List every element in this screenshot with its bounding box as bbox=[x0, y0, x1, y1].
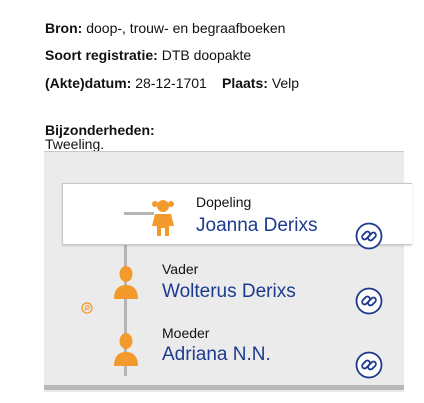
soort-registratie-row: Soort registratie: DTB doopakte bbox=[45, 47, 251, 63]
search-person-icon[interactable] bbox=[81, 302, 93, 314]
aktedatum-label: (Akte)datum: bbox=[45, 75, 132, 91]
child-icon bbox=[152, 200, 174, 236]
link-icon-vader[interactable] bbox=[355, 287, 383, 315]
soort-registratie-label: Soort registratie: bbox=[45, 47, 158, 63]
aktedatum-value: 28-12-1701 bbox=[135, 75, 207, 91]
bron-value: doop-, trouw- en begraafboeken bbox=[86, 20, 286, 36]
panel-bottom-border bbox=[44, 385, 404, 390]
soort-registratie-value: DTB doopakte bbox=[161, 47, 252, 63]
woman-icon bbox=[114, 333, 138, 366]
person-name-moeder[interactable]: Adriana N.N. bbox=[162, 344, 271, 366]
person-name-dopeling[interactable]: Joanna Derixs bbox=[196, 215, 317, 237]
man-icon bbox=[114, 266, 138, 299]
person-role-moeder: Moeder bbox=[162, 325, 210, 341]
link-icon-moeder[interactable] bbox=[355, 351, 383, 379]
person-role-dopeling: Dopeling bbox=[196, 194, 252, 210]
bijzonderheden-value: Tweeling. bbox=[45, 136, 105, 152]
plaats-row: Plaats: Velp bbox=[222, 75, 299, 91]
plaats-value: Velp bbox=[271, 75, 300, 91]
person-role-vader: Vader bbox=[162, 261, 199, 277]
plaats-label: Plaats: bbox=[222, 75, 268, 91]
aktedatum-row: (Akte)datum: 28-12-1701 bbox=[45, 75, 207, 91]
bron-label: Bron: bbox=[45, 20, 83, 36]
person-name-vader[interactable]: Wolterus Derixs bbox=[162, 281, 296, 303]
link-icon-dopeling[interactable] bbox=[355, 222, 383, 250]
bron-row: Bron: doop-, trouw- en begraafboeken bbox=[45, 20, 285, 36]
